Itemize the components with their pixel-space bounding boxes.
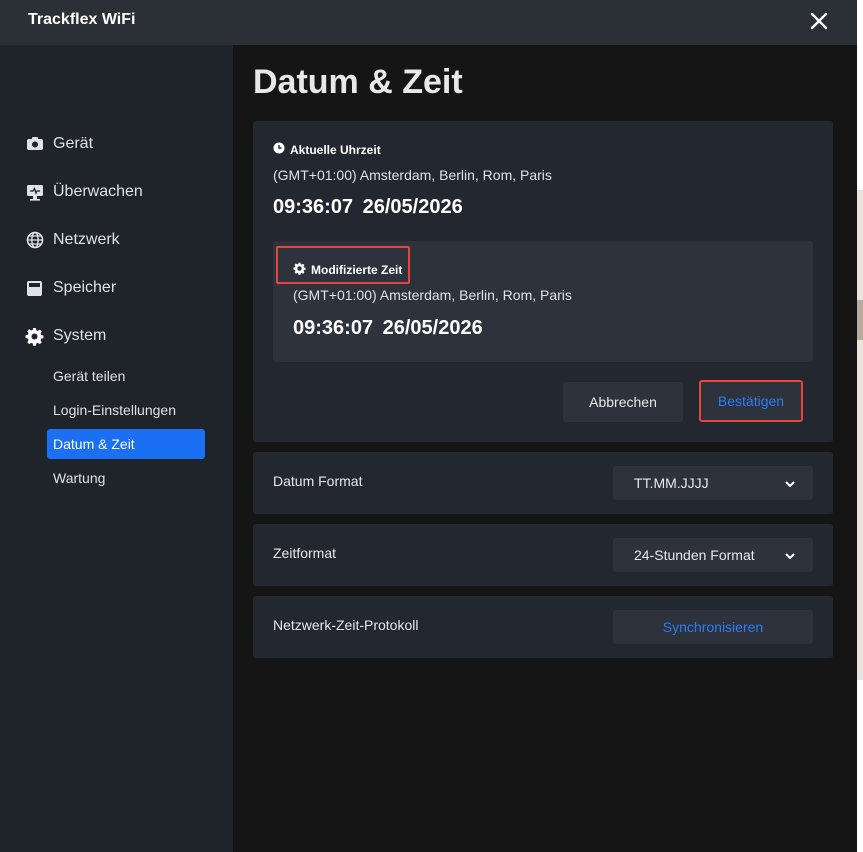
current-time-heading: Aktuelle Uhrzeit [273, 142, 381, 157]
background-window-edge [857, 190, 863, 680]
close-icon[interactable] [807, 9, 831, 33]
cancel-button[interactable]: Abbrechen [563, 382, 683, 422]
date-format-row: Datum Format TT.MM.JJJJ [253, 452, 833, 514]
storage-icon [25, 279, 44, 298]
date-format-select[interactable]: TT.MM.JJJJ [613, 466, 813, 500]
current-time-heading-label: Aktuelle Uhrzeit [290, 142, 381, 157]
camera-icon [25, 135, 44, 154]
time-format-label: Zeitformat [273, 545, 337, 561]
current-clock: 09:36:07 26/05/2026 [273, 196, 463, 219]
confirm-button[interactable]: Bestätigen [699, 380, 803, 422]
background-window-edge-shade [857, 300, 863, 340]
gear-icon [25, 327, 44, 346]
monitor-icon [25, 183, 44, 202]
sidebar-item-label: Überwachen [53, 183, 143, 200]
synchronize-button[interactable]: Synchronisieren [613, 610, 813, 644]
ntp-row: Netzwerk-Zeit-Protokoll Synchronisieren [253, 596, 833, 658]
sidebar-subitem-wartung[interactable]: Wartung [47, 463, 205, 493]
current-time: 09:36:07 [273, 196, 354, 218]
sidebar-item-ueberwachen[interactable]: Überwachen [25, 178, 143, 206]
current-timezone: (GMT+01:00) Amsterdam, Berlin, Rom, Pari… [273, 167, 552, 183]
sidebar-item-label: Gerät [53, 135, 94, 152]
chevron-down-icon [784, 477, 796, 493]
highlight-box [276, 246, 410, 284]
time-format-select[interactable]: 24-Stunden Format [613, 538, 813, 572]
time-card: Aktuelle Uhrzeit (GMT+01:00) Amsterdam, … [253, 121, 833, 442]
sidebar-subitem-geraet-teilen[interactable]: Gerät teilen [47, 361, 205, 391]
time-format-row: Zeitformat 24-Stunden Format [253, 524, 833, 586]
modified-date: 26/05/2026 [382, 317, 483, 339]
globe-icon [25, 231, 44, 250]
sidebar-item-label: Netzwerk [53, 231, 120, 248]
sidebar-item-geraet[interactable]: Gerät [25, 130, 93, 158]
sidebar: Gerät Überwachen Netzwerk Speicher Syste… [0, 45, 233, 852]
date-format-label: Datum Format [273, 473, 363, 489]
sidebar-subitem-login-einstellungen[interactable]: Login-Einstellungen [47, 395, 205, 425]
clock-icon [273, 142, 290, 157]
main-content: Datum & Zeit Aktuelle Uhrzeit (GMT+01:00… [233, 45, 857, 852]
modified-clock: 09:36:07 26/05/2026 [293, 317, 483, 340]
sidebar-subitem-datum-zeit[interactable]: Datum & Zeit [47, 429, 205, 459]
date-format-value: TT.MM.JJJJ [634, 475, 709, 491]
chevron-down-icon [784, 549, 796, 565]
sidebar-item-label: Speicher [53, 279, 117, 296]
ntp-label: Netzwerk-Zeit-Protokoll [273, 617, 419, 633]
page-title: Datum & Zeit [253, 63, 463, 101]
modified-time: 09:36:07 [293, 317, 374, 339]
title-bar: Trackflex WiFi [0, 0, 857, 45]
sidebar-item-label: System [53, 327, 107, 344]
time-format-value: 24-Stunden Format [634, 547, 755, 563]
modified-time-panel: Modifizierte Zeit (GMT+01:00) Amsterdam,… [273, 241, 813, 362]
sidebar-item-system[interactable]: System [25, 322, 106, 350]
app-title: Trackflex WiFi [28, 11, 136, 28]
modified-timezone: (GMT+01:00) Amsterdam, Berlin, Rom, Pari… [293, 287, 572, 303]
app-window: Trackflex WiFi Gerät Überwachen Netzwerk [0, 0, 857, 852]
current-date: 26/05/2026 [362, 196, 463, 218]
sidebar-item-netzwerk[interactable]: Netzwerk [25, 226, 120, 254]
sidebar-item-speicher[interactable]: Speicher [25, 274, 116, 302]
